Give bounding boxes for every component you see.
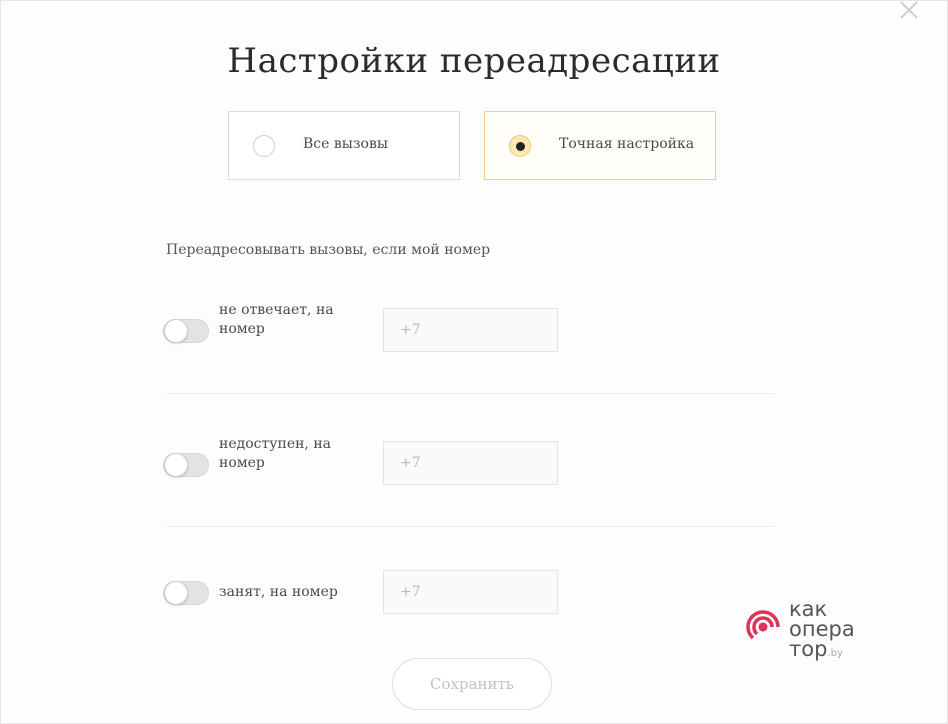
watermark-logo: как опера тор.by	[743, 599, 883, 663]
mode-all-calls[interactable]: Все вызовы	[228, 111, 460, 180]
mode-precise-setup[interactable]: Точная настройка	[484, 111, 716, 180]
toggle-knob	[164, 453, 188, 477]
unavailable-phone-input[interactable]	[383, 441, 558, 485]
toggle-busy[interactable]	[163, 581, 209, 605]
forwarding-dialog: Настройки переадресации Все вызовы Точна…	[0, 0, 948, 724]
close-icon[interactable]	[898, 1, 920, 19]
unavailable-label: недоступен, на номер	[219, 436, 332, 471]
watermark-text: как опера тор.by	[789, 599, 855, 664]
watermark-line3-text: тор	[789, 637, 828, 661]
no-answer-label: не отвечает, на номер	[219, 302, 334, 337]
radio-selected-icon[interactable]	[509, 135, 531, 157]
toggle-knob	[164, 319, 188, 343]
watermark-line1: как	[789, 597, 828, 621]
watermark-line2: опера	[789, 617, 855, 641]
busy-label: занят, на номер	[219, 584, 338, 600]
radio-icon[interactable]	[253, 135, 275, 157]
busy-phone-input[interactable]	[383, 570, 558, 614]
section-label: Переадресовывать вызовы, если мой номер	[166, 242, 491, 258]
no-answer-phone-input[interactable]	[383, 308, 558, 352]
signal-icon	[746, 610, 780, 640]
toggle-unavailable[interactable]	[163, 453, 209, 477]
dialog-title: Настройки переадресации	[227, 41, 721, 81]
mode-all-calls-label: Все вызовы	[303, 136, 388, 152]
divider	[166, 526, 774, 527]
divider	[166, 393, 774, 394]
mode-precise-setup-label: Точная настройка	[559, 136, 695, 152]
toggle-no-answer[interactable]	[163, 319, 209, 343]
save-button[interactable]: Сохранить	[392, 658, 552, 710]
toggle-knob	[164, 581, 188, 605]
watermark-suffix: .by	[827, 648, 843, 659]
watermark-line3: тор.by	[789, 639, 855, 664]
